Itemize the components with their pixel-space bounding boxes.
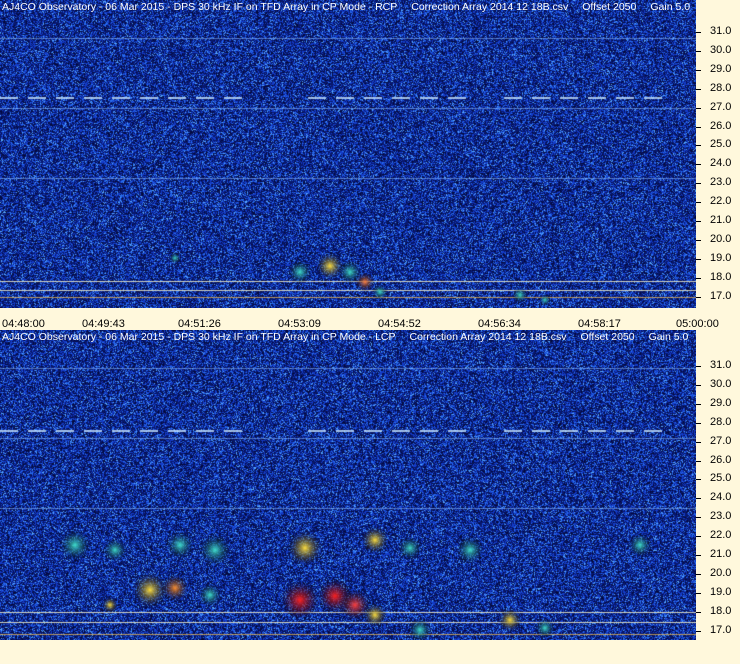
spectrogram-lcp: AJ4CO Observatory - 06 Mar 2015 - DPS 30… (0, 330, 696, 640)
y-tick-label: 18.0 (710, 270, 732, 283)
y-tick-label: 20.0 (710, 232, 732, 245)
y-tick (696, 258, 701, 260)
y-tick-label: 22.0 (710, 529, 732, 542)
y-axis-rcp: 31.0 30.0 29.0 28.0 27.0 26.0 25.0 24.0 23.0 22.0… (696, 0, 740, 308)
y-tick-label: 21.0 (710, 548, 732, 560)
y-tick-label: 17.0 (710, 623, 732, 636)
y-tick (696, 88, 701, 90)
y-tick (696, 277, 701, 279)
title-correction-lcp: Correction Array 2014 12 18B.csv (409, 331, 567, 343)
y-tick-label: 31.0 (710, 25, 732, 37)
y-tick (696, 479, 701, 481)
y-tick (696, 555, 701, 556)
title-correction-rcp: Correction Array 2014 12 18B.csv (411, 1, 569, 13)
y-tick (696, 296, 701, 298)
y-tick-label: 29.0 (710, 396, 732, 409)
title-gain-lcp: Gain 5.0 (648, 331, 689, 343)
y-tick-label: 27.0 (710, 434, 732, 447)
spectrogram-rcp: AJ4CO Observatory - 06 Mar 2015 - DPS 30… (0, 0, 696, 308)
y-tick-label: 25.0 (710, 472, 732, 485)
y-tick-label: 25.0 (710, 138, 732, 151)
y-tick (696, 441, 701, 443)
y-tick-label: 28.0 (710, 415, 732, 428)
y-tick (696, 517, 701, 519)
x-tick-label: 04:48:00 (2, 318, 45, 330)
spectrogram-canvas-rcp (0, 0, 696, 308)
y-tick-label: 18.0 (710, 604, 732, 617)
y-tick (696, 145, 701, 147)
y-tick (696, 107, 701, 109)
y-tick-label: 30.0 (710, 377, 732, 390)
y-tick-label: 29.0 (710, 62, 732, 75)
y-tick (696, 221, 701, 222)
y-tick-label: 19.0 (710, 585, 732, 598)
bottom-bar (0, 640, 740, 664)
y-tick-label: 24.0 (710, 491, 732, 504)
title-main-rcp: AJ4CO Observatory - 06 Mar 2015 - DPS 30… (2, 1, 398, 13)
y-tick (696, 611, 701, 613)
y-tick-label: 30.0 (710, 43, 732, 56)
y-tick-label: 17.0 (710, 289, 732, 302)
x-tick-label: 04:58:17 (578, 318, 621, 330)
y-tick-label: 31.0 (710, 359, 732, 371)
y-tick (696, 164, 701, 166)
spectrogram-panel-lcp: AJ4CO Observatory - 06 Mar 2015 - DPS 30… (0, 330, 740, 640)
y-tick-label: 26.0 (710, 453, 732, 466)
y-tick (696, 32, 701, 33)
y-tick-label: 21.0 (710, 214, 732, 226)
y-tick (696, 202, 701, 204)
x-tick-label: 04:49:43 (82, 318, 125, 330)
title-offset-lcp: Offset 2050 (580, 331, 635, 343)
y-tick (696, 573, 701, 575)
y-tick-label: 24.0 (710, 157, 732, 170)
title-gain-rcp: Gain 5.0 (650, 1, 691, 13)
y-tick (696, 239, 701, 241)
x-tick-label: 04:53:09 (278, 318, 321, 330)
y-tick-label: 26.0 (710, 119, 732, 132)
panel-title-lcp: AJ4CO Observatory - 06 Mar 2015 - DPS 30… (2, 331, 696, 343)
y-tick (696, 403, 701, 405)
x-tick-label: 04:56:34 (478, 318, 521, 330)
y-tick (696, 460, 701, 462)
spectrogram-canvas-lcp (0, 330, 696, 640)
y-tick-label: 23.0 (710, 510, 732, 523)
y-tick (696, 183, 701, 185)
title-offset-rcp: Offset 2050 (582, 1, 637, 13)
y-tick-label: 22.0 (710, 195, 732, 208)
y-tick (696, 498, 701, 500)
y-tick (696, 50, 701, 52)
y-tick (696, 384, 701, 386)
y-tick (696, 366, 701, 367)
y-tick-label: 20.0 (710, 566, 732, 579)
title-main-lcp: AJ4CO Observatory - 06 Mar 2015 - DPS 30… (2, 331, 396, 343)
y-tick (696, 630, 701, 632)
x-tick-label: 04:51:26 (178, 318, 221, 330)
y-axis-lcp: 31.0 30.0 29.0 28.0 27.0 26.0 25.0 24.0 23.0 22.0… (696, 330, 740, 640)
y-tick-label: 23.0 (710, 176, 732, 189)
y-tick (696, 422, 701, 424)
panel-title-rcp: AJ4CO Observatory - 06 Mar 2015 - DPS 30… (2, 1, 696, 13)
y-tick (696, 592, 701, 594)
y-tick (696, 536, 701, 538)
y-tick-label: 28.0 (710, 81, 732, 94)
x-tick-label: 04:54:52 (378, 318, 421, 330)
x-tick-label: 05:00:00 (676, 318, 719, 330)
time-axis: 04:48:00 04:49:43 04:51:26 04:53:09 04:54:52… (0, 308, 740, 330)
y-tick (696, 69, 701, 71)
y-tick-label: 27.0 (710, 100, 732, 113)
y-tick-label: 19.0 (710, 251, 732, 264)
spectrogram-panel-rcp: AJ4CO Observatory - 06 Mar 2015 - DPS 30… (0, 0, 740, 308)
y-tick (696, 126, 701, 128)
